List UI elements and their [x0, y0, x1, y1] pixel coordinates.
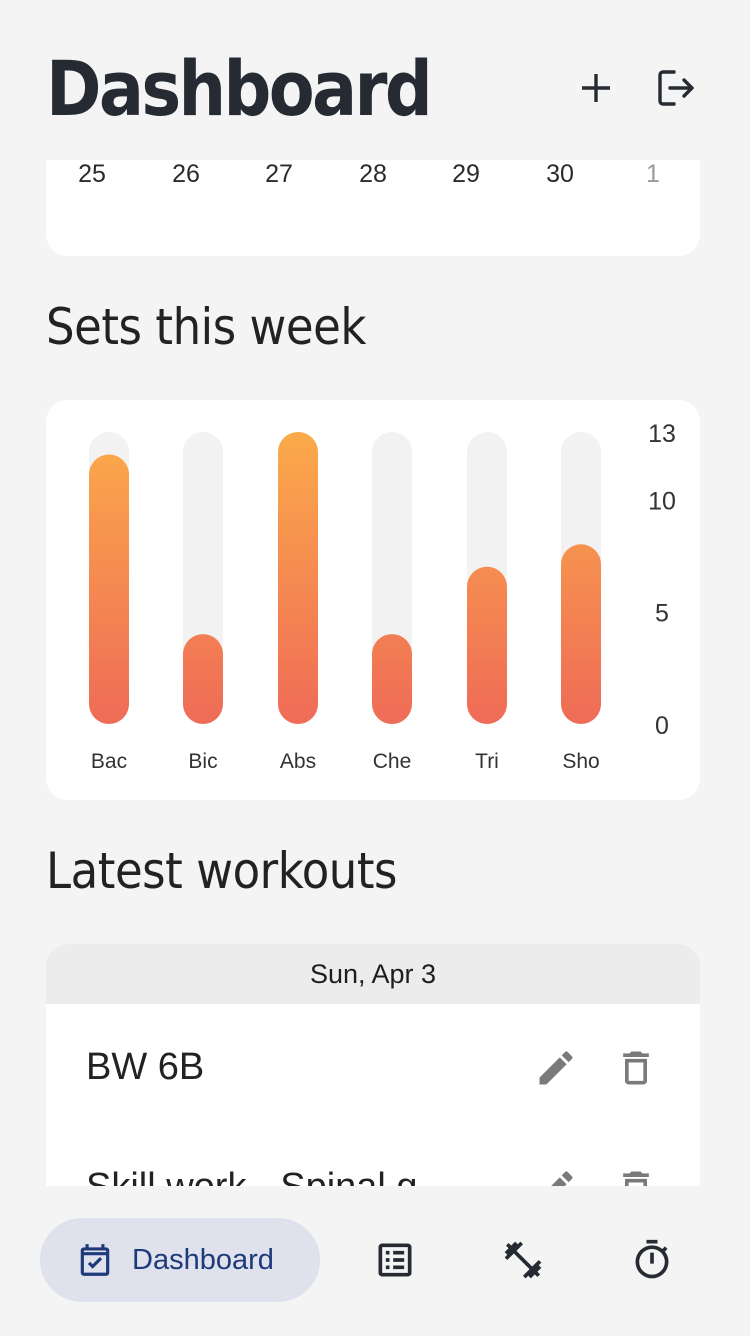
edit-workout-button[interactable] [534, 1046, 578, 1090]
bottom-navigation: Dashboard [0, 1186, 750, 1336]
calendar-day[interactable]: 25 [62, 160, 122, 189]
calendar-day[interactable]: 1 [623, 160, 683, 189]
bar-sho[interactable] [561, 544, 601, 724]
bar-bic[interactable] [183, 634, 223, 724]
calendar-card: 25 26 27 28 29 30 1 [46, 160, 700, 256]
y-tick-label: 13 [648, 420, 676, 448]
bar-bac[interactable] [89, 454, 129, 724]
logout-button[interactable] [648, 60, 704, 116]
page-title: Dashboard [46, 44, 433, 133]
sets-bar-chart: Bac Bic Abs Che Tri Sho 0 5 10 13 [89, 420, 676, 773]
plus-icon [582, 74, 610, 102]
calendar-day[interactable]: 26 [156, 160, 216, 189]
bar-tri[interactable] [467, 566, 507, 724]
latest-workouts-heading: Latest workouts [46, 842, 398, 900]
workout-date-header: Sun, Apr 3 [46, 944, 700, 1004]
y-tick-label: 0 [655, 712, 669, 740]
nav-item-dashboard-label: Dashboard [132, 1243, 274, 1276]
sets-chart-card: Bac Bic Abs Che Tri Sho 0 5 10 13 [46, 400, 700, 800]
nav-item-exercises[interactable] [501, 1238, 545, 1282]
bar-che[interactable] [372, 634, 412, 724]
calendar-icon [80, 1244, 110, 1276]
calendar-day[interactable]: 29 [436, 160, 496, 189]
workout-name[interactable]: BW 6B [86, 1046, 204, 1089]
list-icon [378, 1243, 412, 1277]
nav-item-dashboard[interactable]: Dashboard [40, 1218, 320, 1302]
x-tick-label: Abs [280, 750, 316, 773]
delete-workout-button[interactable] [614, 1046, 658, 1090]
workout-row[interactable]: BW 6B [46, 1004, 700, 1124]
y-tick-label: 10 [648, 487, 676, 515]
dumbbell-icon [504, 1241, 542, 1279]
logout-icon [658, 70, 694, 106]
calendar-day[interactable]: 28 [343, 160, 403, 189]
pencil-icon [539, 1051, 573, 1085]
pencil-icon [551, 1171, 573, 1186]
sets-this-week-heading: Sets this week [46, 298, 367, 356]
bar-abs[interactable] [278, 432, 318, 724]
delete-workout-button[interactable] [614, 1166, 658, 1186]
workout-name[interactable]: Skill work - Spinal g [86, 1166, 418, 1186]
add-button[interactable] [568, 60, 624, 116]
workout-row[interactable]: Skill work - Spinal g [46, 1124, 700, 1186]
timer-icon [635, 1239, 669, 1279]
y-tick-label: 5 [655, 600, 669, 628]
x-tick-label: Che [373, 750, 412, 773]
nav-item-timer[interactable] [630, 1238, 674, 1282]
calendar-day[interactable]: 27 [249, 160, 309, 189]
x-tick-label: Sho [562, 750, 599, 773]
calendar-day[interactable]: 30 [530, 160, 590, 189]
calendar-week-row: 25 26 27 28 29 30 1 [46, 160, 700, 190]
x-tick-label: Bac [91, 750, 127, 773]
trash-icon [623, 1051, 649, 1085]
x-tick-label: Tri [475, 750, 499, 773]
trash-icon [623, 1171, 649, 1186]
nav-item-workouts-list[interactable] [373, 1238, 417, 1282]
edit-workout-button[interactable] [534, 1166, 578, 1186]
x-tick-label: Bic [188, 750, 217, 773]
workouts-card: Sun, Apr 3 BW 6B Skill work - Spinal g [46, 944, 700, 1186]
